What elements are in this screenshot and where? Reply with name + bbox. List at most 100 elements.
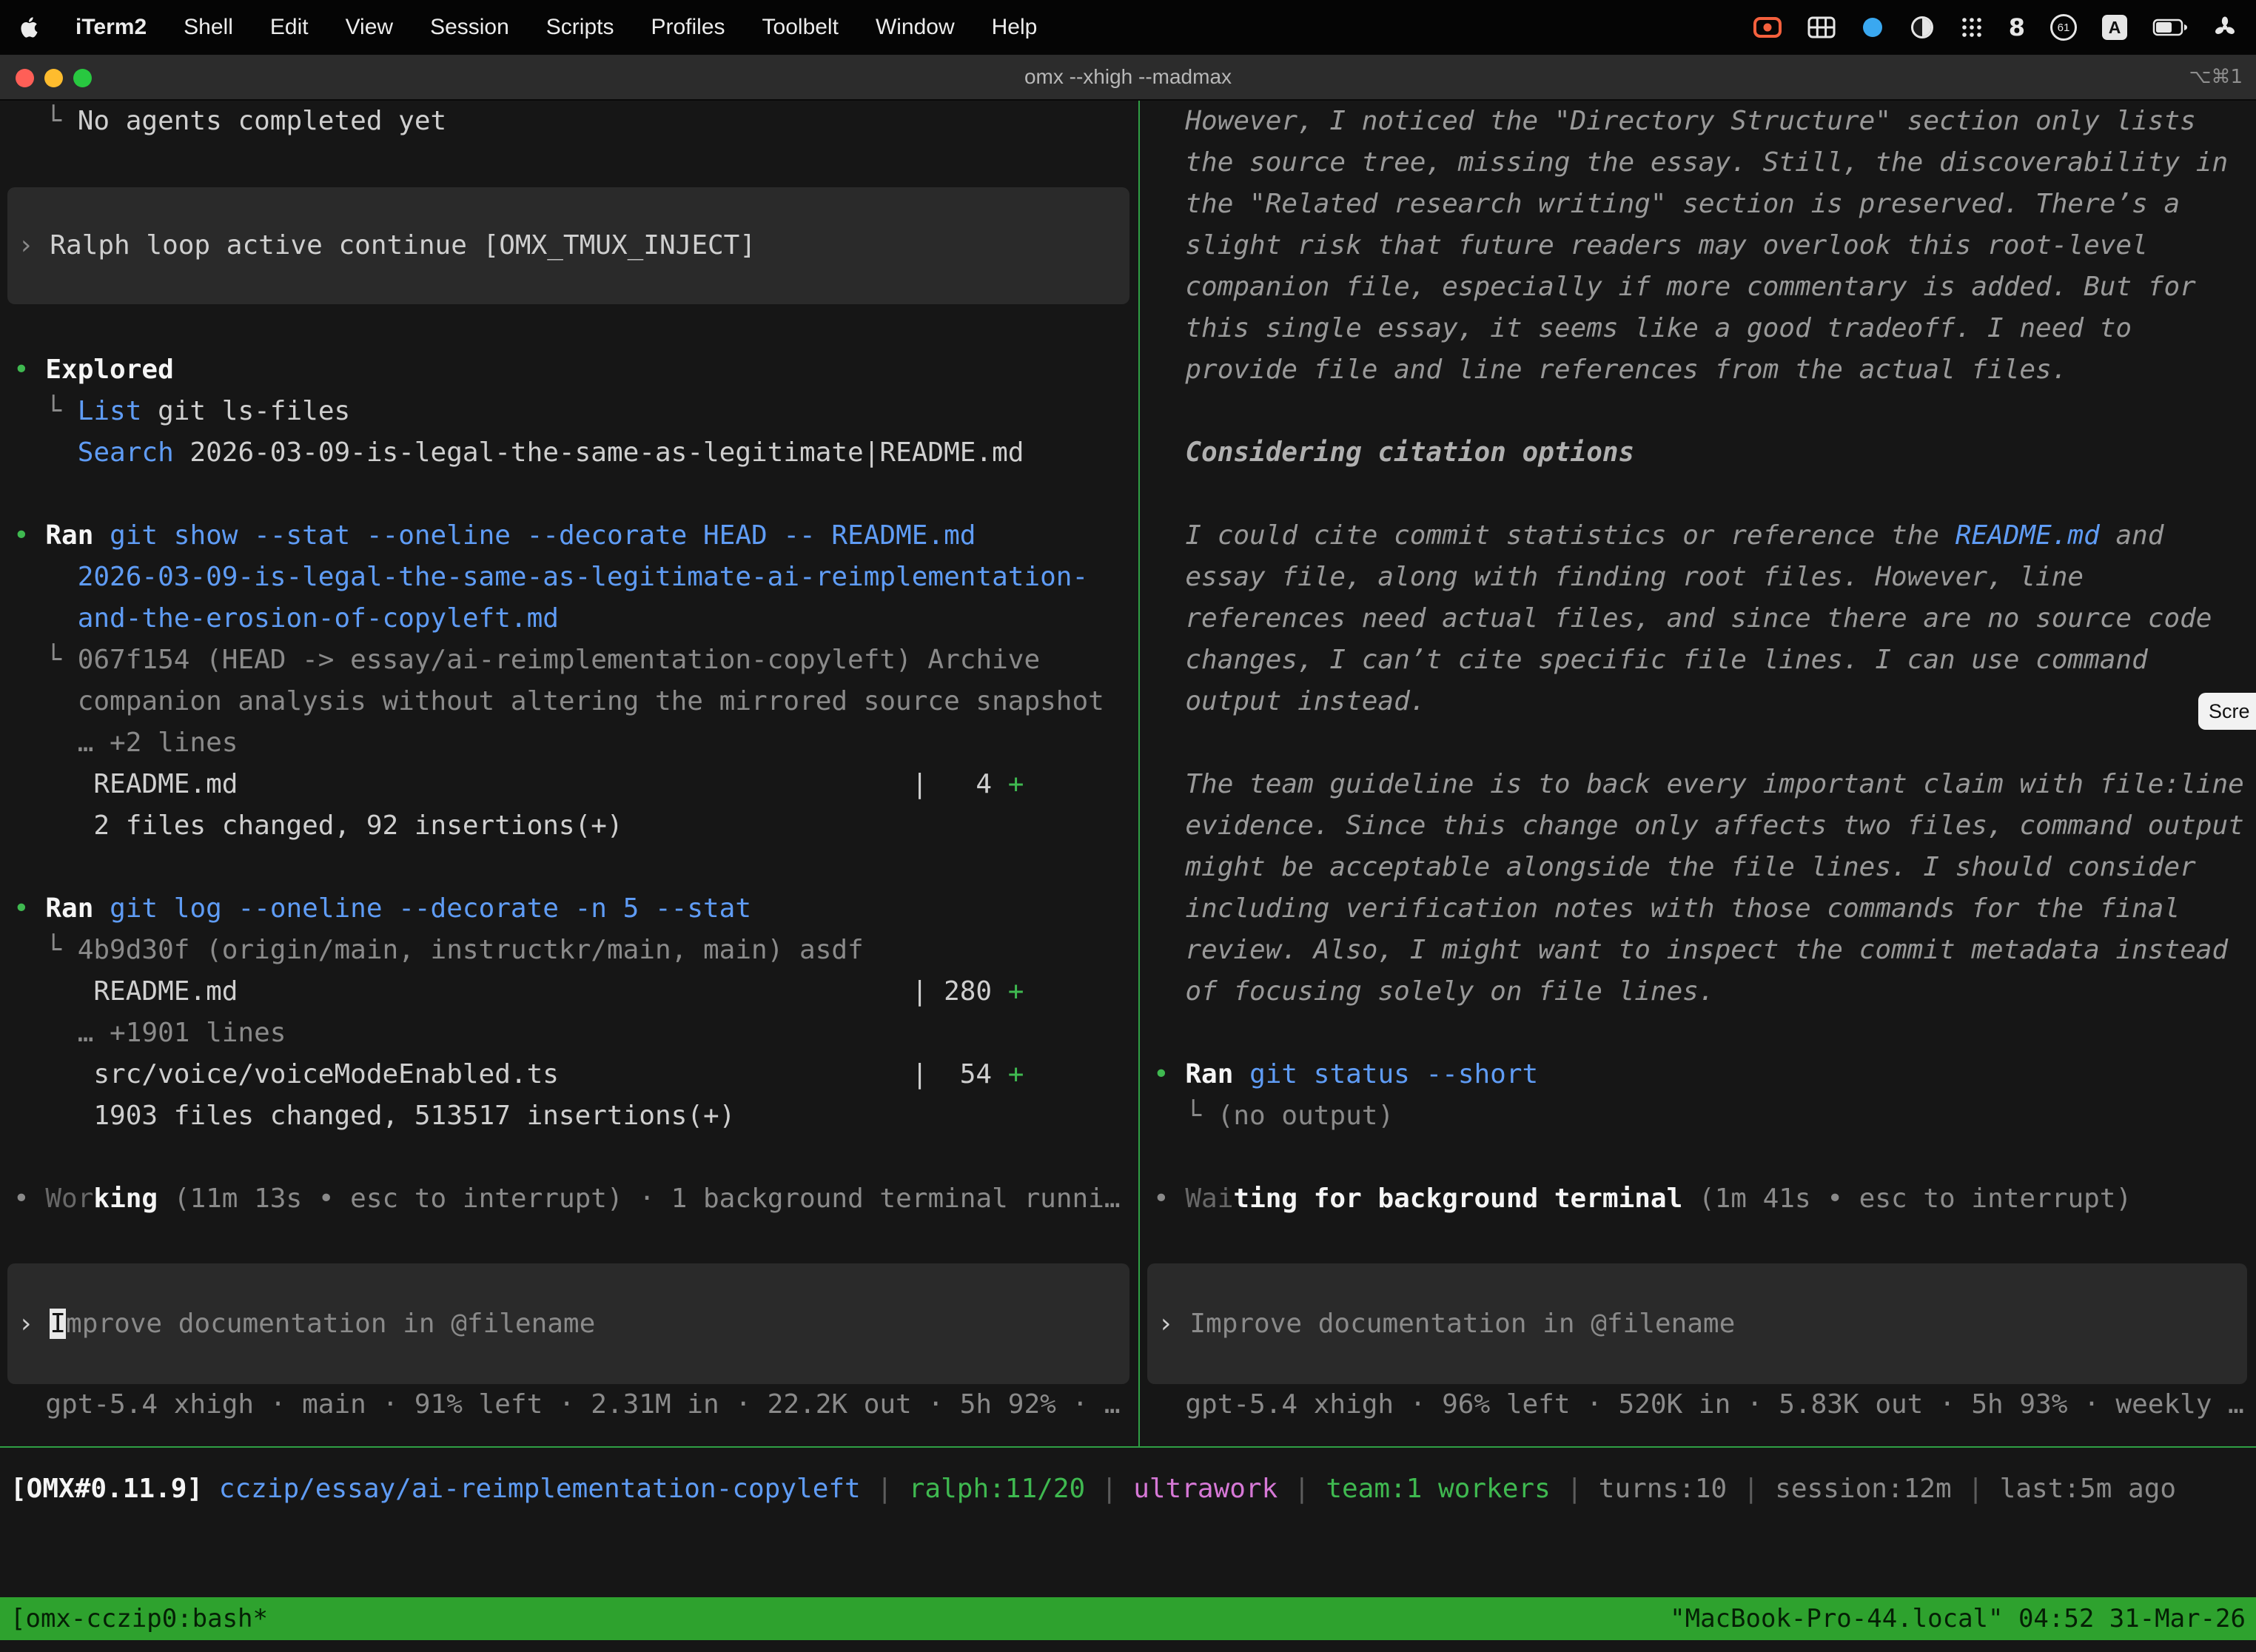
- terminal-line: └ No agents completed yet: [13, 101, 1138, 142]
- text-segment: No agents completed yet: [78, 106, 447, 136]
- text-segment: 2 files changed, 92 insertions(+): [13, 810, 623, 841]
- terminal-line: provide file and line references from th…: [1153, 349, 2256, 391]
- text-segment: README.md: [1955, 520, 2100, 551]
- text-segment: output instead.: [1153, 686, 1426, 716]
- text-segment: •: [13, 893, 45, 924]
- menu-toolbelt[interactable]: Toolbelt: [762, 15, 839, 40]
- tmux-status-bar: [omx-cczip0:bash* "MacBook-Pro-44.local"…: [0, 1597, 2256, 1640]
- terminal-line: src/voice/voiceModeEnabled.ts | 54 +: [13, 1054, 1138, 1095]
- menu-window[interactable]: Window: [876, 15, 955, 40]
- text-segment: 4b9d30f (origin/main, instructkr/main, m…: [78, 935, 864, 965]
- menu-help[interactable]: Help: [992, 15, 1038, 40]
- terminal-line: review. Also, I might want to inspect th…: [1153, 930, 2256, 971]
- menu-scripts[interactable]: Scripts: [546, 15, 614, 40]
- tmux-host-clock: "MacBook-Pro-44.local" 04:52 31-Mar-26: [1670, 1597, 2246, 1640]
- text-segment: 067f154 (HEAD -> essay/ai-reimplementati…: [78, 645, 1040, 675]
- window-title: omx --xhigh --madmax: [0, 55, 2256, 99]
- status-field: last:5m ago: [2000, 1474, 2176, 1504]
- window-title-bar[interactable]: omx --xhigh --madmax ⌥⌘1: [0, 55, 2256, 101]
- status-field: |: [1278, 1474, 1326, 1504]
- terminal-line: [1153, 474, 2256, 515]
- text-segment: of focusing solely on file lines.: [1153, 976, 1715, 1007]
- gauge-icon[interactable]: 61: [2050, 14, 2077, 41]
- keyboard-layout-icon[interactable]: A: [2102, 15, 2127, 40]
- text-segment: •: [1153, 1059, 1185, 1089]
- right-terminal-pane: However, I noticed the "Directory Struct…: [1140, 101, 2256, 1446]
- ralph-loop-banner: › Ralph loop active continue [OMX_TMUX_I…: [7, 187, 1129, 304]
- status-field: |: [1085, 1474, 1133, 1504]
- text-segment: (no output): [1218, 1101, 1394, 1131]
- window-shortcut-badge: ⌥⌘1: [2189, 55, 2243, 99]
- battery-icon[interactable]: [2152, 19, 2188, 36]
- menu-view[interactable]: View: [346, 15, 393, 40]
- text-segment: might be acceptable alongside the file l…: [1153, 852, 2196, 882]
- status-field: ralph:11/20: [909, 1474, 1085, 1504]
- terminal-line: • Ran git log --oneline --decorate -n 5 …: [13, 888, 1138, 930]
- terminal-line: └ 4b9d30f (origin/main, instructkr/main,…: [13, 930, 1138, 971]
- terminal-line: • Waiting for background terminal (1m 41…: [1153, 1178, 2256, 1220]
- keyboard-grid-icon[interactable]: [1807, 16, 1836, 38]
- screen-share-button[interactable]: Scre: [2198, 693, 2256, 730]
- terminal-line: README.md | 280 +: [13, 971, 1138, 1013]
- text-segment: companion analysis without altering the …: [13, 686, 1104, 716]
- terminal-line: [1153, 722, 2256, 764]
- apple-menu-icon[interactable]: [19, 16, 38, 38]
- text-segment: However, I noticed the "Directory Struct…: [1153, 106, 2196, 136]
- status-field: |: [1952, 1474, 2000, 1504]
- text-segment: this single essay, it seems like a good …: [1153, 313, 2132, 343]
- text-segment: +: [1008, 1059, 1024, 1089]
- terminal-line: references need actual files, and since …: [1153, 598, 2256, 639]
- text-segment: +: [1008, 976, 1024, 1007]
- text-segment: 1903 files changed, 513517 insertions(+): [13, 1101, 735, 1131]
- terminal-line: › Improve documentation in @filename: [1158, 1303, 1735, 1345]
- status-field: cczip/essay/ai-reimplementation-copyleft: [219, 1474, 861, 1504]
- terminal-line: › Improve documentation in @filename: [18, 1303, 595, 1345]
- terminal-line: README.md | 4 +: [13, 764, 1138, 805]
- dark-circle-icon[interactable]: [1910, 15, 1935, 40]
- menu-shell[interactable]: Shell: [184, 15, 233, 40]
- text-segment: ›: [1158, 1309, 1189, 1339]
- dots-grid-icon[interactable]: [1960, 16, 1984, 39]
- terminal-line: … +2 lines: [13, 722, 1138, 764]
- terminal-line: └ 067f154 (HEAD -> essay/ai-reimplementa…: [13, 639, 1138, 681]
- menu-profiles[interactable]: Profiles: [651, 15, 725, 40]
- text-segment: +: [1008, 769, 1024, 799]
- text-segment: Improve documentation in @filename: [1189, 1309, 1735, 1339]
- menu-edit[interactable]: Edit: [270, 15, 309, 40]
- terminal-line: 2 files changed, 92 insertions(+): [13, 805, 1138, 847]
- text-segment: including verification notes with those …: [1153, 893, 2180, 924]
- text-segment: └: [13, 396, 78, 426]
- text-segment: [1233, 1059, 1249, 1089]
- terminal-line: 1903 files changed, 513517 insertions(+): [13, 1095, 1138, 1137]
- terminal-line: might be acceptable alongside the file l…: [1153, 847, 2256, 888]
- terminal-line: • Working (11m 13s • esc to interrupt) ·…: [13, 1178, 1138, 1220]
- text-segment: List: [78, 396, 142, 426]
- menu-bar-status-icons: 8 61 A: [1753, 13, 2237, 41]
- text-segment: and: [2100, 520, 2164, 551]
- text-segment: I: [50, 1309, 66, 1339]
- text-segment: •: [13, 520, 45, 551]
- prompt-input[interactable]: › Improve documentation in @filename: [7, 1263, 1129, 1384]
- prompt-input[interactable]: › Improve documentation in @filename: [1147, 1263, 2247, 1384]
- terminal-line: However, I noticed the "Directory Struct…: [1153, 101, 2256, 142]
- text-segment: git ls-files: [141, 396, 350, 426]
- text-segment: •: [13, 1183, 45, 1214]
- menu-app-name[interactable]: iTerm2: [75, 15, 147, 40]
- text-segment: src/voice/voiceModeEnabled.ts | 54: [13, 1059, 1008, 1089]
- menu-session[interactable]: Session: [430, 15, 509, 40]
- terminal-line: gpt-5.4 xhigh · main · 91% left · 2.31M …: [13, 1384, 1138, 1426]
- terminal-line: gpt-5.4 xhigh · 96% left · 520K in · 5.8…: [1153, 1384, 2256, 1426]
- text-segment: [93, 520, 110, 551]
- fan-icon[interactable]: [2213, 16, 2237, 39]
- gauge-value: 61: [2058, 21, 2070, 34]
- text-segment: Search: [78, 437, 174, 468]
- text-segment: … +1901 lines: [13, 1018, 286, 1048]
- text-segment: references need actual files, and since …: [1153, 603, 2212, 634]
- blue-circle-icon[interactable]: [1861, 16, 1884, 39]
- terminal-line: companion file, especially if more comme…: [1153, 266, 2256, 308]
- screen-recording-indicator-icon[interactable]: [1753, 16, 1782, 38]
- terminal-line: 2026-03-09-is-legal-the-same-as-legitima…: [13, 557, 1138, 598]
- digit-eight-icon[interactable]: 8: [2009, 13, 2025, 41]
- status-field: team:1 workers: [1326, 1474, 1550, 1504]
- screen-share-label: Scre: [2209, 700, 2250, 723]
